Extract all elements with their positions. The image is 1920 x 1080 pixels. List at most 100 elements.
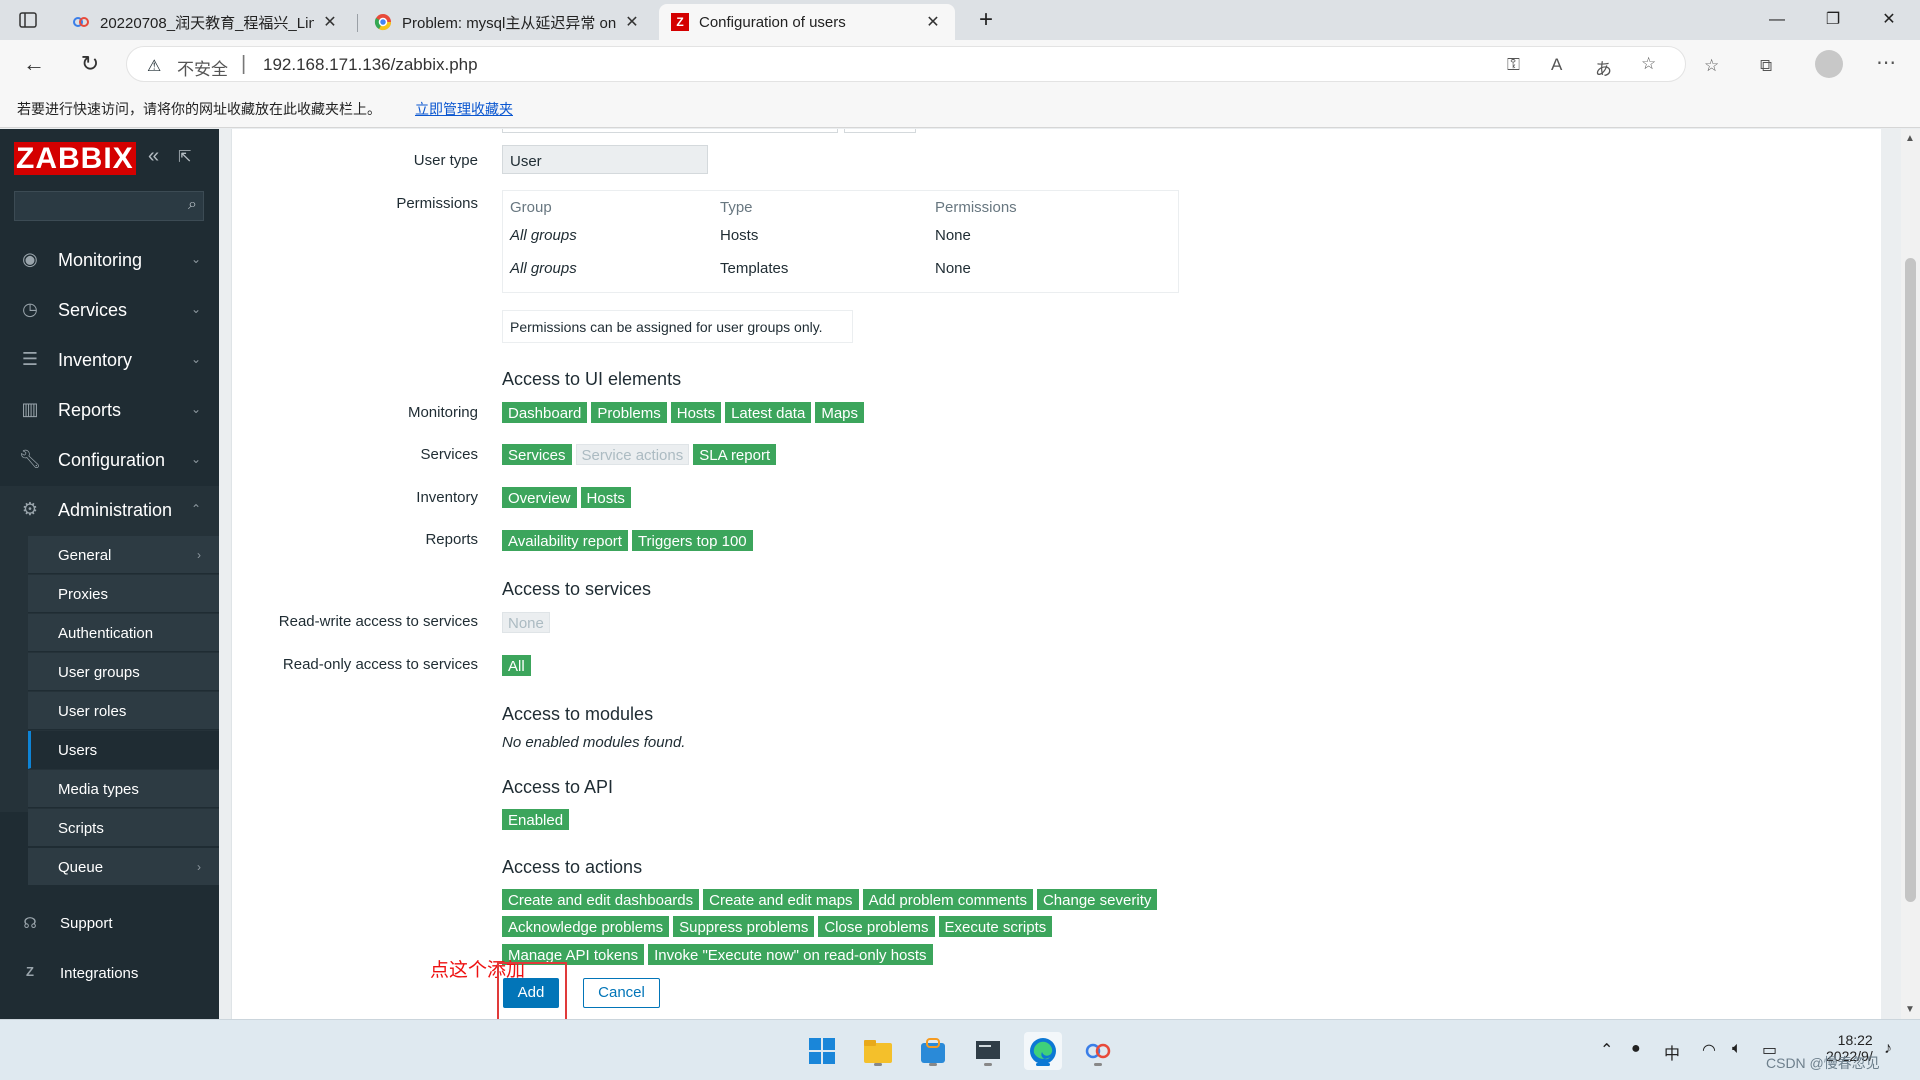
submenu-proxies[interactable]: Proxies bbox=[28, 575, 219, 613]
tab-actions-icon[interactable] bbox=[18, 10, 38, 30]
csdn-watermark: CSDN @慢春忽见 bbox=[1766, 1055, 1880, 1071]
tag-enabled: Enabled bbox=[502, 809, 570, 830]
restore-button[interactable]: ❐ bbox=[1810, 6, 1856, 34]
table-cell: All groups bbox=[510, 227, 577, 244]
actions-tags-row-2: Acknowledge problems Suppress problems C… bbox=[502, 916, 1053, 937]
menu-reports[interactable]: ▥ Reports ⌄ bbox=[0, 386, 219, 436]
column-header: Permissions bbox=[935, 199, 1017, 216]
browser-tab-1[interactable]: 20220708_润天教育_程福兴_Linu ✕ bbox=[60, 4, 352, 40]
tag-availability-report: Availability report bbox=[502, 530, 628, 551]
ui-services-tags: Services Service actions SLA report bbox=[502, 444, 777, 465]
tray-overflow-icon[interactable]: ⌃ bbox=[1600, 1040, 1613, 1060]
ro-services-label: Read-only access to services bbox=[282, 656, 478, 673]
favorites-icon[interactable]: ☆ bbox=[1704, 56, 1719, 76]
scroll-up-icon[interactable]: ▲ bbox=[1905, 133, 1915, 144]
administration-submenu: General › Proxies Authentication User gr… bbox=[0, 536, 219, 886]
baidu-cloud-icon[interactable] bbox=[1079, 1032, 1117, 1070]
submenu-users[interactable]: Users bbox=[28, 731, 219, 769]
sidebar: ZABBIX « ⇱ ⌕ ◉ Monitoring ⌄ ◷ Services ⌄… bbox=[0, 129, 219, 1019]
close-tab-icon[interactable]: ✕ bbox=[622, 12, 642, 32]
terminal-icon[interactable] bbox=[969, 1032, 1007, 1070]
chevron-down-icon: ⌄ bbox=[190, 302, 201, 316]
menu-configuration[interactable]: 🔧︎ Configuration ⌄ bbox=[0, 436, 219, 486]
store-icon[interactable] bbox=[914, 1032, 952, 1070]
ime-indicator[interactable]: 中 bbox=[1664, 1040, 1680, 1064]
submenu-general[interactable]: General › bbox=[28, 536, 219, 574]
collections-icon[interactable]: ⧉ bbox=[1760, 56, 1772, 76]
close-tab-icon[interactable]: ✕ bbox=[923, 12, 943, 32]
chevron-right-icon: › bbox=[197, 548, 201, 562]
chevron-right-icon: › bbox=[197, 860, 201, 874]
menu-monitoring[interactable]: ◉ Monitoring ⌄ bbox=[0, 236, 219, 286]
notification-icon[interactable]: ♪ bbox=[1884, 1040, 1892, 1058]
submenu-user-roles[interactable]: User roles bbox=[28, 692, 219, 730]
browser-tab-3-active[interactable]: Z Configuration of users ✕ bbox=[659, 4, 955, 40]
back-icon[interactable]: ← bbox=[18, 48, 50, 80]
scrollbar-thumb[interactable] bbox=[1905, 258, 1916, 902]
page-scrollbar[interactable]: ▲ ▼ bbox=[1901, 129, 1920, 1019]
refresh-icon[interactable]: ↻ bbox=[74, 48, 106, 80]
tag-action: Acknowledge problems bbox=[502, 916, 670, 937]
url-field[interactable]: ⚠ 不安全 | 192.168.171.136/zabbix.php ⚿ A あ… bbox=[126, 46, 1686, 82]
close-window-button[interactable]: ✕ bbox=[1866, 6, 1912, 34]
submenu-label: Users bbox=[58, 742, 98, 759]
new-tab-button[interactable]: + bbox=[963, 6, 1009, 34]
close-tab-icon[interactable]: ✕ bbox=[320, 12, 340, 32]
zabbix-logo[interactable]: ZABBIX bbox=[14, 142, 136, 175]
submenu-authentication[interactable]: Authentication bbox=[28, 614, 219, 652]
sidebar-support-link[interactable]: ☊ Support bbox=[0, 900, 219, 948]
table-cell: Templates bbox=[720, 260, 789, 277]
headset-icon: ☊ bbox=[23, 915, 37, 932]
table-cell: All groups bbox=[510, 260, 577, 277]
more-icon[interactable]: ⋯ bbox=[1876, 50, 1896, 75]
menu-inventory[interactable]: ☰ Inventory ⌄ bbox=[0, 336, 219, 386]
wifi-icon[interactable]: ◠ bbox=[1702, 1040, 1716, 1060]
modules-heading: Access to modules bbox=[502, 704, 654, 724]
menu-label: Services bbox=[58, 300, 128, 320]
manage-favorites-link[interactable]: 立即管理收藏夹 bbox=[415, 99, 513, 119]
api-tags: Enabled bbox=[502, 809, 570, 830]
add-favorite-icon[interactable]: ☆ bbox=[1641, 54, 1656, 74]
menu-label: Configuration bbox=[58, 450, 166, 470]
sidebar-integrations-link[interactable]: Z Integrations bbox=[0, 950, 219, 998]
windows-start-icon[interactable] bbox=[803, 1032, 841, 1070]
tag-maps: Maps bbox=[815, 402, 865, 423]
submenu-media-types[interactable]: Media types bbox=[28, 770, 219, 808]
cancel-button[interactable]: Cancel bbox=[583, 978, 660, 1008]
table-cell: None bbox=[935, 227, 971, 244]
collapse-sidebar-icon[interactable]: « bbox=[148, 145, 159, 168]
gear-icon: ⚙ bbox=[21, 499, 39, 519]
submenu-queue[interactable]: Queue › bbox=[28, 848, 219, 886]
sidebar-search-input[interactable]: ⌕ bbox=[14, 191, 204, 221]
tag-sla-report: SLA report bbox=[693, 444, 777, 465]
read-aloud-icon[interactable]: A bbox=[1551, 55, 1562, 75]
kiosk-mode-icon[interactable]: ⇱ bbox=[178, 147, 191, 167]
translate-icon[interactable]: あ bbox=[1595, 55, 1612, 80]
scroll-down-icon[interactable]: ▼ bbox=[1905, 1004, 1915, 1015]
volume-icon[interactable]: 🔈︎ bbox=[1732, 1040, 1742, 1058]
submenu-label: User groups bbox=[58, 664, 140, 681]
menu-services[interactable]: ◷ Services ⌄ bbox=[0, 286, 219, 336]
menu-label: Reports bbox=[58, 400, 122, 420]
profile-avatar[interactable] bbox=[1815, 50, 1843, 78]
taskbar: ⌃ ● 中 ◠ 🔈︎ ▭ 18:22 2022/9/ CSDN @慢春忽见 ♪ bbox=[0, 1019, 1920, 1080]
browser-tab-2[interactable]: Problem: mysql主从延迟异常 on ✕ bbox=[362, 4, 654, 40]
minimize-button[interactable]: — bbox=[1754, 6, 1800, 34]
warning-icon: ⚠ bbox=[147, 58, 162, 75]
search-icon[interactable]: ⌕ bbox=[188, 196, 197, 214]
submenu-user-groups[interactable]: User groups bbox=[28, 653, 219, 691]
tag-latest-data: Latest data bbox=[725, 402, 812, 423]
favorites-bar-message: 若要进行快速访问，请将你的网址收藏放在此收藏夹栏上。 bbox=[17, 101, 381, 117]
key-icon[interactable]: ⚿ bbox=[1507, 55, 1520, 75]
qq-icon[interactable]: ● bbox=[1631, 1040, 1641, 1058]
tag-action: Close problems bbox=[818, 916, 935, 937]
file-explorer-icon[interactable] bbox=[859, 1032, 897, 1070]
add-button[interactable]: Add bbox=[503, 978, 559, 1008]
tag-dashboard: Dashboard bbox=[502, 402, 588, 423]
tag-action: Create and edit maps bbox=[703, 889, 859, 910]
menu-administration[interactable]: ⚙ Administration ⌃ bbox=[0, 486, 219, 536]
address-bar-row: ← ↻ ⚠ 不安全 | 192.168.171.136/zabbix.php ⚿… bbox=[0, 40, 1920, 88]
submenu-label: Authentication bbox=[58, 625, 154, 642]
edge-icon[interactable] bbox=[1024, 1032, 1062, 1070]
submenu-scripts[interactable]: Scripts bbox=[28, 809, 219, 847]
